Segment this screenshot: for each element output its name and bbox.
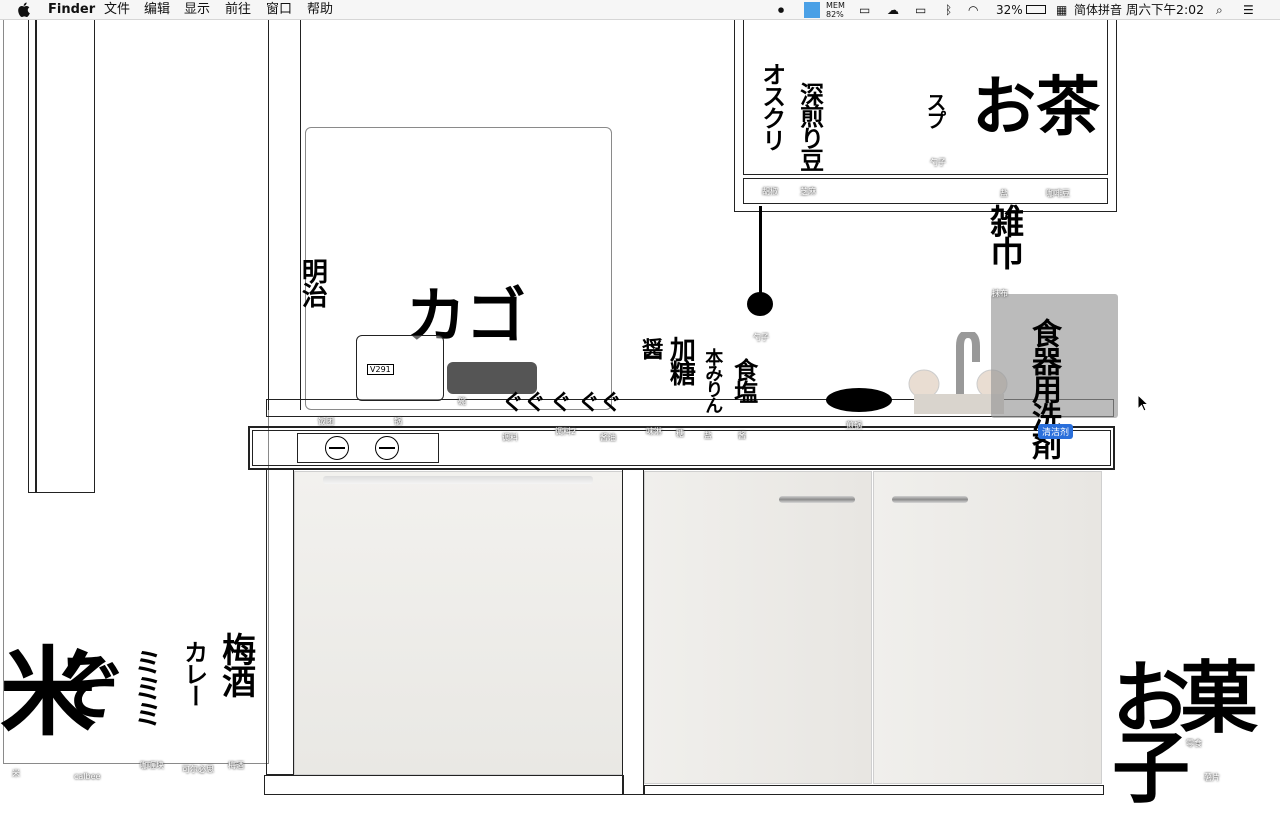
record-icon[interactable]: ⏺ <box>778 2 784 18</box>
memory-value: 82% <box>826 10 844 19</box>
snack-sticker[interactable]: ぞ <box>52 652 124 724</box>
selected-item-label[interactable]: 清洁剂 <box>1038 424 1074 439</box>
input-method-label[interactable]: 简体拼音 <box>1074 2 1122 18</box>
label-shelf-e: 咖啡豆 <box>1046 189 1070 198</box>
clock[interactable]: 周六下午2:02 <box>1126 2 1204 18</box>
stove-knob-left[interactable] <box>325 436 349 460</box>
label-left-3: 咖喱块 <box>140 761 164 770</box>
bluetooth-icon[interactable]: ᛒ <box>945 2 952 18</box>
label-spice-2: 调料2 <box>555 427 577 436</box>
notification-center-icon[interactable]: ☰ <box>1243 2 1254 18</box>
shelf-sticker-1[interactable]: オスクリ <box>758 62 786 150</box>
stove-control-panel <box>297 433 439 463</box>
spice-jar-2[interactable]: ぐ <box>524 393 546 415</box>
label-spice-6: 盐 <box>704 431 712 440</box>
cabinet-door-left <box>644 471 872 784</box>
stove-knob-right[interactable] <box>375 436 399 460</box>
label-left-2: calbee <box>74 772 101 781</box>
app-status-icon[interactable] <box>804 2 820 18</box>
label-left-1: 米 <box>12 769 20 778</box>
fridge-handle <box>323 476 593 484</box>
label-hang: 抹布 <box>992 289 1008 298</box>
menu-go[interactable]: 前往 <box>225 2 251 18</box>
left-window-frame <box>28 20 95 493</box>
label-spice-4: 味淋 <box>646 427 662 436</box>
curry-box-sticker[interactable]: ミミミ <box>130 648 163 726</box>
menu-bar: Finder 文件 编辑 显示 前往 窗口 帮助 ⏺ MEM 82% ▭ ☁ ▭… <box>0 0 1280 20</box>
mini-fridge <box>294 471 623 775</box>
shelf-sticker-2[interactable]: 深煎り豆 <box>796 82 824 170</box>
label-bag: 饭团 <box>318 417 334 426</box>
label-shelf-c: 勺子 <box>930 158 946 167</box>
rice-cooker[interactable]: V291 <box>356 335 444 401</box>
shelf-sticker-big[interactable]: お茶 <box>972 76 1100 140</box>
plum-wine-sticker[interactable]: 梅酒 <box>216 632 256 696</box>
cabinet-handle-right <box>892 496 968 503</box>
apple-menu-icon[interactable] <box>18 2 30 17</box>
label-shelf-a: 胡椒 <box>762 187 778 196</box>
memory-status[interactable]: MEM 82% <box>826 1 845 19</box>
battery-percent[interactable]: 32% <box>996 2 1023 18</box>
label-shelf-d: 盐 <box>1000 189 1008 198</box>
label-spice-3: 酱油 <box>600 433 616 442</box>
spotlight-search-icon[interactable]: ⌕ <box>1216 2 1223 18</box>
base-plinth-right <box>644 785 1104 795</box>
spice-jars-sticker[interactable]: ぐ <box>502 393 524 415</box>
battery-icon[interactable] <box>1026 5 1046 14</box>
label-kettle: 锅 <box>394 417 402 426</box>
label-pot: 碗 <box>458 397 466 406</box>
display-icon[interactable]: ▭ <box>859 2 870 18</box>
base-plinth-left <box>264 775 624 795</box>
cabinet-handle-left <box>779 496 855 503</box>
input-method-icon[interactable]: ▦ <box>1056 2 1067 18</box>
menu-view[interactable]: 显示 <box>184 2 210 18</box>
soy-sauce-sticker[interactable]: 醤 <box>638 338 663 358</box>
salt-sticker[interactable]: 食塩 <box>730 358 758 402</box>
rice-bag-sticker[interactable]: 明治 <box>297 258 327 306</box>
rice-cooker-display: V291 <box>367 364 394 375</box>
spice-jar-4[interactable]: ぐ <box>578 393 600 415</box>
window-post <box>35 20 37 493</box>
label-spice-7: 酱 <box>738 431 746 440</box>
memory-label: MEM <box>826 1 845 10</box>
label-pan: 煎锅 <box>846 421 862 430</box>
airplay-icon[interactable]: ▭ <box>915 2 926 18</box>
label-ladle: 勺子 <box>753 333 769 342</box>
frying-pan-icon[interactable] <box>447 362 537 394</box>
wifi-icon[interactable]: ◠ <box>968 2 978 18</box>
menu-edit[interactable]: 编辑 <box>144 2 170 18</box>
label-shelf-b: 芝麻 <box>800 187 816 196</box>
creative-cloud-icon[interactable]: ☁ <box>887 2 899 18</box>
label-left-4: 可尔必思 <box>182 765 214 774</box>
menu-help[interactable]: 帮助 <box>307 2 333 18</box>
menu-file[interactable]: 文件 <box>104 2 130 18</box>
snack-pile-sticker[interactable]: お菓子 <box>1112 660 1280 808</box>
ladle-icon[interactable] <box>747 292 773 316</box>
label-right-1: 零食 <box>1186 739 1202 748</box>
sugar-sticker[interactable]: 加糖 <box>665 336 695 384</box>
wall-column <box>268 20 301 410</box>
base-side-panel <box>266 470 294 775</box>
mouse-cursor-icon <box>1137 394 1149 412</box>
label-spice-1: 调料 <box>502 433 518 442</box>
label-spice-5: 糖 <box>676 429 684 438</box>
mirin-sticker[interactable]: 本みりん <box>702 348 723 412</box>
menu-window[interactable]: 窗口 <box>266 2 292 18</box>
menu-finder[interactable]: Finder <box>48 2 95 18</box>
base-divider <box>622 470 644 795</box>
sponge-icon[interactable] <box>826 388 892 412</box>
spice-jar-3[interactable]: ぐ <box>550 393 572 415</box>
label-left-5: 梅酒 <box>228 761 244 770</box>
shelf-sticker-3[interactable]: スプ <box>923 92 947 128</box>
spice-jar-5[interactable]: ぐ <box>600 393 622 415</box>
ladle-handle <box>759 206 762 296</box>
cabinet-door-right <box>873 471 1102 784</box>
label-right-2: 薯片 <box>1204 773 1220 782</box>
calpis-sticker[interactable]: カレー <box>180 640 208 706</box>
hanging-towel-sticker[interactable]: 雑巾 <box>984 204 1024 268</box>
